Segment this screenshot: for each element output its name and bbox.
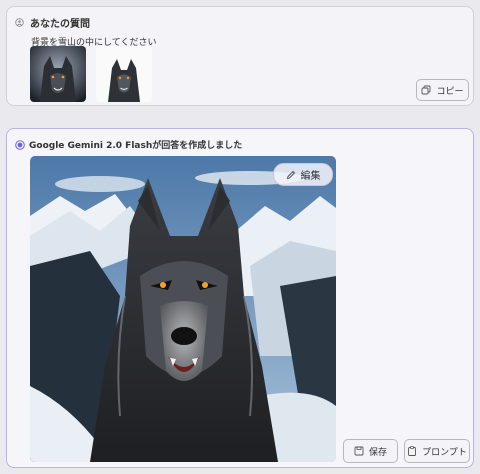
user-icon [15, 18, 24, 27]
question-card: あなたの質問 背景を雪山の中にしてください コピー [6, 6, 474, 106]
radio-selected-icon[interactable] [15, 139, 25, 150]
wolf-snow-mountain-image [30, 156, 336, 462]
save-button[interactable]: 保存 [343, 439, 398, 463]
answer-card: Google Gemini 2.0 Flashが回答を作成しました 編集 保存 … [6, 128, 474, 468]
clipboard-icon [408, 446, 417, 456]
pencil-icon [286, 170, 295, 179]
copy-icon [422, 85, 431, 95]
edit-button[interactable]: 編集 [273, 163, 333, 186]
answer-header: Google Gemini 2.0 Flashが回答を作成しました [15, 138, 242, 151]
wolf-image [96, 46, 152, 102]
generated-image[interactable] [30, 156, 336, 462]
question-header: あなたの質問 [15, 15, 90, 30]
attached-image-thumbnail[interactable] [30, 46, 86, 102]
save-button-label: 保存 [368, 447, 387, 458]
answer-header-label: Google Gemini 2.0 Flashが回答を作成しました [29, 141, 243, 151]
save-icon [354, 446, 364, 456]
prompt-button[interactable]: プロンプト [404, 439, 470, 463]
copy-button-label: コピー [436, 86, 464, 97]
prompt-button-label: プロンプト [422, 447, 467, 458]
question-header-label: あなたの質問 [30, 19, 90, 30]
wolf-image [30, 46, 86, 102]
attached-image-thumbnail[interactable] [96, 46, 152, 102]
copy-button[interactable]: コピー [416, 79, 469, 101]
edit-button-label: 編集 [300, 171, 321, 182]
